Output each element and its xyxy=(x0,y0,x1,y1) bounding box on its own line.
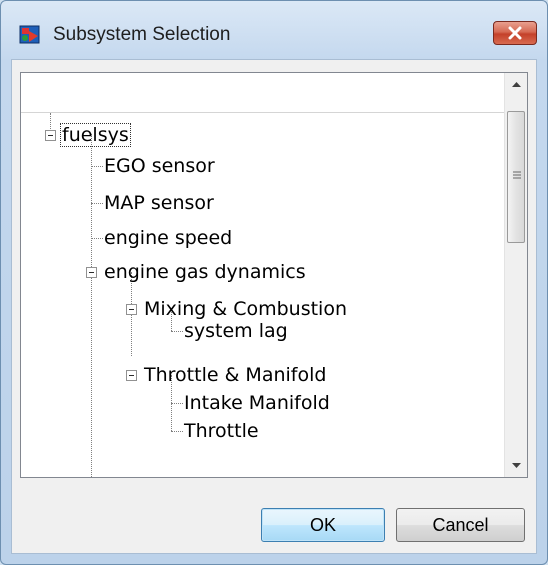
tree-node-fuelsys[interactable]: fuelsys xyxy=(60,121,501,149)
tree-node-label: engine speed xyxy=(104,227,233,249)
scroll-thumb[interactable] xyxy=(507,111,525,243)
close-icon xyxy=(508,26,522,40)
tree-node-map-sensor[interactable]: MAP sensor xyxy=(103,189,215,217)
tree-node-label: system lag xyxy=(184,320,288,342)
scroll-down-button[interactable] xyxy=(506,455,527,476)
tree-node-engine-gas-dynamics[interactable]: engine gas dynamics xyxy=(103,258,307,286)
tree-node-label: Throttle xyxy=(184,420,259,442)
arrow-up-icon xyxy=(512,82,521,87)
window-title: Subsystem Selection xyxy=(53,24,231,45)
scroll-up-button[interactable] xyxy=(506,74,527,95)
close-button[interactable] xyxy=(493,21,537,45)
tree-connector xyxy=(91,166,103,167)
collapse-icon[interactable] xyxy=(126,304,137,315)
tree-node-engine-speed[interactable]: engine speed xyxy=(103,224,233,252)
tree-connector xyxy=(171,403,183,404)
tree-connector xyxy=(91,134,92,477)
simulink-model-icon xyxy=(19,23,41,45)
tree-node-label: EGO sensor xyxy=(104,155,215,177)
cancel-button[interactable]: Cancel xyxy=(396,508,525,542)
tree-node-ego-sensor[interactable]: EGO sensor xyxy=(103,152,216,180)
arrow-down-icon xyxy=(512,463,521,468)
tree-node-throttle[interactable]: Throttle xyxy=(183,417,260,445)
tree-node-intake-manifold[interactable]: Intake Manifold xyxy=(183,389,331,417)
tree-node-label: Intake Manifold xyxy=(184,392,330,414)
vertical-scrollbar[interactable] xyxy=(504,73,527,477)
grip-icon xyxy=(513,171,521,179)
tree-connector xyxy=(171,331,183,332)
ok-button[interactable]: OK xyxy=(261,508,385,542)
tree-node-system-lag[interactable]: system lag xyxy=(183,317,289,345)
subsystem-tree[interactable]: fuelsys EGO sensor MAP sensor engine spe… xyxy=(20,72,528,478)
collapse-icon[interactable] xyxy=(45,130,56,141)
tree-node-label: MAP sensor xyxy=(104,192,214,214)
tree-connector xyxy=(91,238,103,239)
tree-node-label: fuelsys xyxy=(60,123,131,147)
tree-body: fuelsys EGO sensor MAP sensor engine spe… xyxy=(21,113,505,477)
tree-node-throttle-manifold[interactable]: Throttle & Manifold xyxy=(143,361,327,389)
tree-connector xyxy=(50,113,51,131)
tree-connector xyxy=(91,203,103,204)
title-bar[interactable]: Subsystem Selection xyxy=(1,1,547,59)
tree-connector xyxy=(171,431,183,432)
tree-header xyxy=(21,73,505,113)
tree-node-label: Throttle & Manifold xyxy=(144,364,327,386)
collapse-icon[interactable] xyxy=(86,267,97,278)
collapse-icon[interactable] xyxy=(126,370,137,381)
tree-node-label: engine gas dynamics xyxy=(104,261,306,283)
